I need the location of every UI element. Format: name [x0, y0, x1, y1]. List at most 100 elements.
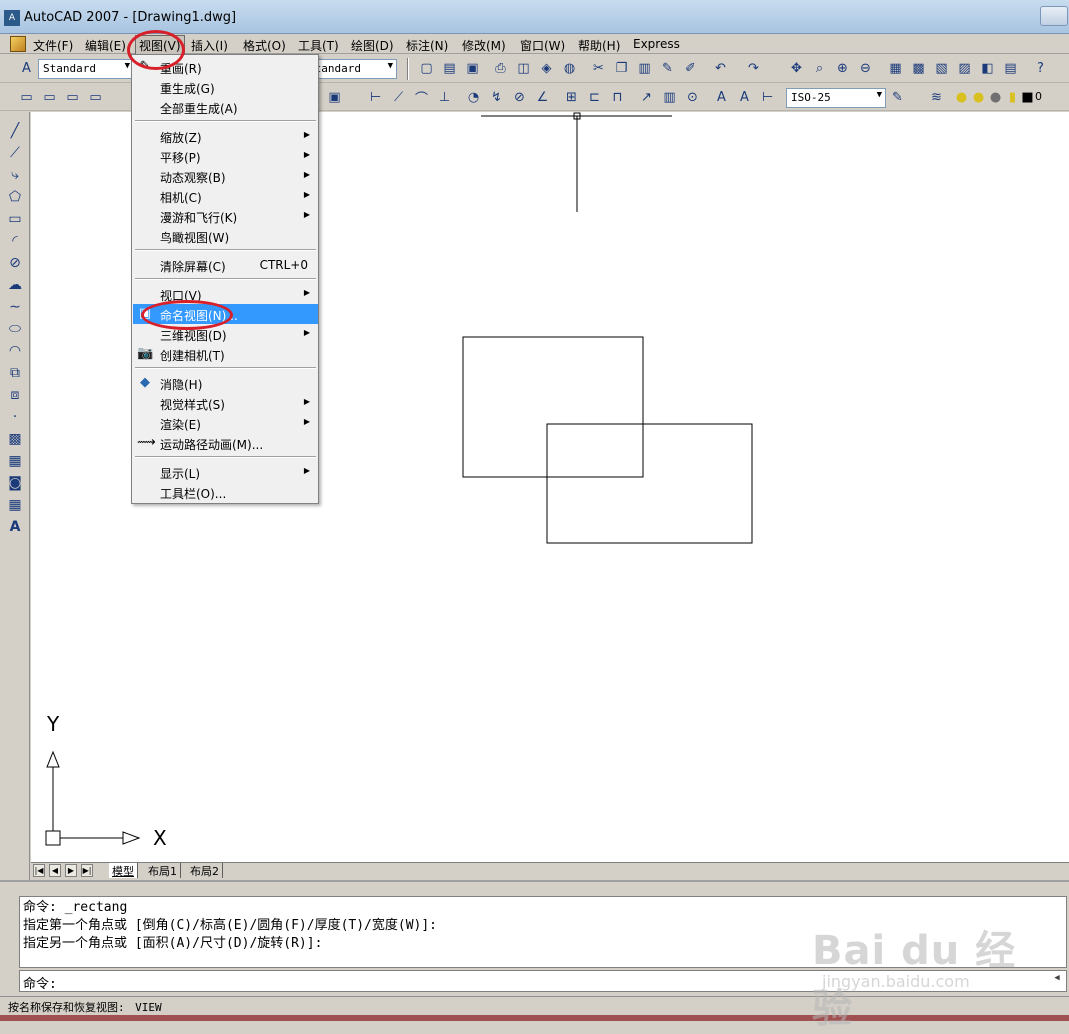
text-style-combo[interactable]: Standard ▼ — [38, 59, 134, 79]
zoom-realtime-icon[interactable]: ⌕ — [811, 60, 828, 77]
pan-realtime-icon[interactable]: ✥ — [788, 60, 805, 77]
menu-express[interactable]: Express — [630, 36, 683, 52]
plot-icon[interactable]: ⎙ — [492, 60, 509, 77]
tab-layout2[interactable]: 布局2 — [187, 863, 223, 878]
circle-icon[interactable]: ⊘ — [6, 254, 24, 272]
new-file-icon[interactable]: ▢ — [418, 60, 435, 77]
menu-item-display[interactable]: 显示(L) ▶ — [133, 462, 318, 482]
rectangle-icon[interactable]: ▭ — [6, 210, 24, 228]
properties-icon[interactable]: ▦ — [887, 60, 904, 77]
autocad-logo-icon[interactable]: A — [4, 10, 20, 26]
center-mark-icon[interactable]: ⊙ — [684, 89, 701, 106]
minimize-button[interactable] — [1040, 6, 1068, 26]
hatch-icon[interactable]: ▩ — [6, 430, 24, 448]
zoom-previous-icon[interactable]: ⊖ — [857, 60, 874, 77]
diameter-icon[interactable]: ⊘ — [511, 89, 528, 106]
tab-layout1[interactable]: 布局1 — [145, 863, 181, 878]
redo-icon[interactable]: ↷ — [745, 60, 762, 77]
menu-format[interactable]: 格式(O) — [240, 36, 289, 55]
multiline-text-icon[interactable]: A — [6, 518, 24, 536]
quick-dim-icon[interactable]: ⊞ — [563, 89, 580, 106]
viewport-icon[interactable]: ▭ — [41, 89, 58, 106]
cut-icon[interactable]: ✂ — [590, 60, 607, 77]
design-center-icon[interactable]: ▩ — [910, 60, 927, 77]
menu-item-clean-screen[interactable]: 清除屏幕(C) CTRL+0 — [133, 255, 318, 275]
dim-update-icon[interactable]: ⊢ — [759, 89, 776, 106]
help-icon[interactable]: ? — [1032, 60, 1049, 77]
markup-icon[interactable]: ◧ — [979, 60, 996, 77]
spline-icon[interactable]: ∼ — [6, 298, 24, 316]
menu-item-camera[interactable]: 相机(C) ▶ — [133, 186, 318, 206]
menu-item-create-camera[interactable]: 📷 创建相机(T) — [133, 344, 318, 364]
undo-icon[interactable]: ↶ — [712, 60, 729, 77]
paste-icon[interactable]: ▥ — [636, 60, 653, 77]
menu-tools[interactable]: 工具(T) — [295, 36, 342, 55]
plot-setup-icon[interactable]: ▭ — [87, 89, 104, 106]
jogged-icon[interactable]: ↯ — [488, 89, 505, 106]
menu-view[interactable]: 视图(V) — [135, 35, 185, 56]
document-icon[interactable] — [10, 36, 26, 52]
insert-block-icon[interactable]: ⧉ — [6, 364, 24, 382]
block-editor-icon[interactable]: ✐ — [682, 60, 699, 77]
menu-help[interactable]: 帮助(H) — [575, 36, 623, 55]
menu-edit[interactable]: 编辑(E) — [82, 36, 129, 55]
menu-item-aerial-view[interactable]: 鸟瞰视图(W) — [133, 226, 318, 246]
rectangle-2[interactable] — [546, 423, 753, 544]
region-icon[interactable]: ◙ — [6, 474, 24, 492]
menu-item-redraw[interactable]: ✎ 重画(R) — [133, 57, 318, 77]
ordinate-icon[interactable]: ⊥ — [436, 89, 453, 106]
point-icon[interactable]: · — [6, 408, 24, 426]
menu-insert[interactable]: 插入(I) — [188, 36, 231, 55]
menu-item-orbit[interactable]: 动态观察(B) ▶ — [133, 166, 318, 186]
camera-icon[interactable]: ▣ — [326, 89, 343, 106]
continue-icon[interactable]: ⊓ — [609, 89, 626, 106]
copy-icon[interactable]: ❐ — [613, 60, 630, 77]
ellipse-icon[interactable]: ⬭ — [6, 320, 24, 338]
dim-edit-icon[interactable]: A — [713, 89, 730, 106]
dim-style-select[interactable]: ISO-25 ▼ — [786, 88, 886, 108]
rectangle-1[interactable] — [462, 336, 644, 478]
table-icon[interactable]: ▦ — [6, 496, 24, 514]
save-icon[interactable]: ▣ — [464, 60, 481, 77]
next-tab-icon[interactable]: ▶ — [65, 864, 77, 877]
arc-length-icon[interactable]: ⌒ — [413, 89, 430, 107]
menu-item-viewports[interactable]: 视口(V) ▶ — [133, 284, 318, 304]
sheet-set-icon[interactable]: ▨ — [956, 60, 973, 77]
calculator-icon[interactable]: ▤ — [1002, 60, 1019, 77]
menu-item-walk-fly[interactable]: 漫游和飞行(K) ▶ — [133, 206, 318, 226]
polyline-icon[interactable]: ⤷ — [6, 166, 24, 184]
menu-item-visual-styles[interactable]: 视觉样式(S) ▶ — [133, 393, 318, 413]
menu-item-named-views[interactable]: ▣ 命名视图(N)... — [133, 304, 318, 324]
dim-style-manager-icon[interactable]: ✎ — [889, 89, 906, 106]
menu-item-3d-views[interactable]: 三维视图(D) ▶ — [133, 324, 318, 344]
revision-cloud-icon[interactable]: ☁ — [6, 276, 24, 294]
menu-file[interactable]: 文件(F) — [30, 36, 76, 55]
menu-item-regen-all[interactable]: 全部重生成(A) — [133, 97, 318, 117]
plot-preview-icon[interactable]: ◫ — [515, 60, 532, 77]
baseline-icon[interactable]: ⊏ — [586, 89, 603, 106]
radius-icon[interactable]: ◔ — [465, 89, 482, 106]
gradient-icon[interactable]: ▦ — [6, 452, 24, 470]
freeze-icon[interactable]: ● — [987, 89, 1004, 106]
open-file-icon[interactable]: ▤ — [441, 60, 458, 77]
menu-item-regen[interactable]: 重生成(G) — [133, 77, 318, 97]
prev-tab-icon[interactable]: ◀ — [49, 864, 61, 877]
tool-palettes-icon[interactable]: ▧ — [933, 60, 950, 77]
make-block-icon[interactable]: ⧈ — [6, 386, 24, 404]
arc-icon[interactable]: ◜ — [6, 232, 24, 250]
aligned-dimension-icon[interactable]: ⟋ — [390, 89, 407, 106]
polygon-icon[interactable]: ⬠ — [6, 188, 24, 206]
linear-dimension-icon[interactable]: ⊢ — [367, 89, 384, 106]
menu-item-render[interactable]: 渲染(E) ▶ — [133, 413, 318, 433]
page-setup-icon[interactable]: ▭ — [64, 89, 81, 106]
ellipse-arc-icon[interactable]: ◠ — [6, 342, 24, 360]
line-icon[interactable]: ╱ — [6, 122, 24, 140]
text-style-icon[interactable]: A — [18, 60, 35, 77]
menu-dimension[interactable]: 标注(N) — [403, 36, 451, 55]
last-tab-icon[interactable]: ▶| — [81, 864, 93, 877]
menu-item-pan[interactable]: 平移(P) ▶ — [133, 146, 318, 166]
dim-text-edit-icon[interactable]: A — [736, 89, 753, 106]
leader-icon[interactable]: ↗ — [638, 89, 655, 106]
zoom-window-icon[interactable]: ⊕ — [834, 60, 851, 77]
angular-icon[interactable]: ∠ — [534, 89, 551, 106]
